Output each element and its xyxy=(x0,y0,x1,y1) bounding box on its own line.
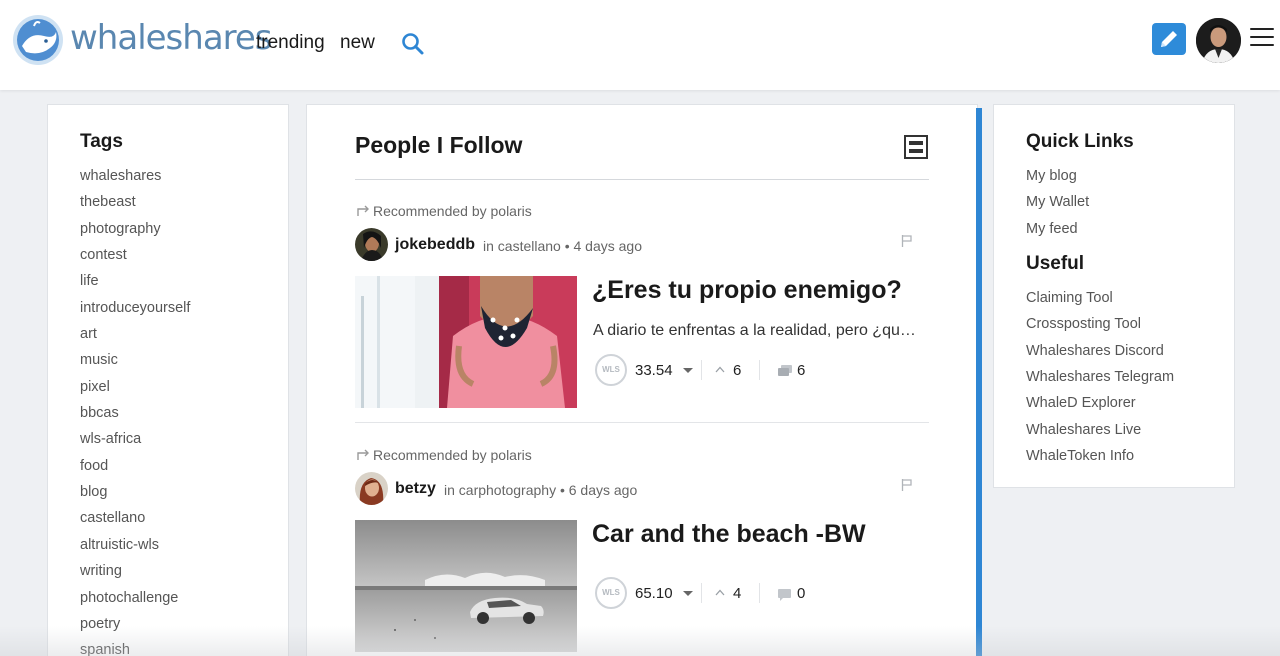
author-name[interactable]: betzy xyxy=(395,480,436,498)
recommended-text: Recommended by polaris xyxy=(373,203,532,219)
tag-item[interactable]: writing xyxy=(80,562,190,588)
comment-count[interactable]: 6 xyxy=(797,362,805,379)
tag-item[interactable]: photochallenge xyxy=(80,589,190,615)
whale-logo-icon[interactable] xyxy=(12,14,64,66)
post-meta: in castellano • 4 days ago xyxy=(483,238,642,254)
useful-links-list: Claiming Tool Crossposting Tool Whalesha… xyxy=(1026,289,1174,473)
brand-name[interactable]: whaleshares xyxy=(70,18,273,58)
nav-trending[interactable]: trending xyxy=(256,32,325,54)
post-time: • 4 days ago xyxy=(564,238,643,254)
post-thumbnail[interactable] xyxy=(355,520,577,652)
feed-accent-bar xyxy=(976,108,982,656)
search-icon[interactable] xyxy=(400,31,426,57)
comment-icon[interactable] xyxy=(777,587,793,601)
useful-link-item[interactable]: Whaleshares Telegram xyxy=(1026,368,1174,394)
tag-item[interactable]: whaleshares xyxy=(80,167,190,193)
tag-item[interactable]: food xyxy=(80,457,190,483)
useful-title: Useful xyxy=(1026,253,1085,274)
author-avatar[interactable] xyxy=(355,472,388,505)
quick-links-title: Quick Links xyxy=(1026,131,1134,152)
tag-item[interactable]: contest xyxy=(80,246,190,272)
tag-item[interactable]: wls-africa xyxy=(80,430,190,456)
recommended-line: Recommended by polaris xyxy=(357,203,532,219)
divider xyxy=(701,360,702,380)
quick-link-item[interactable]: My blog xyxy=(1026,167,1089,193)
tags-sidebar: Tags whaleshares thebeast photography co… xyxy=(47,104,289,656)
tag-item[interactable]: pixel xyxy=(80,378,190,404)
divider xyxy=(355,179,929,180)
tag-item[interactable]: blog xyxy=(80,483,190,509)
payout-value: 65.10 xyxy=(635,585,673,602)
tag-item[interactable]: poetry xyxy=(80,615,190,641)
comment-count[interactable]: 0 xyxy=(797,585,805,602)
author-name[interactable]: jokebeddb xyxy=(395,236,475,254)
recommended-text: Recommended by polaris xyxy=(373,447,532,463)
post-time: • 6 days ago xyxy=(559,482,638,498)
write-post-button[interactable] xyxy=(1152,23,1186,55)
hamburger-menu-icon[interactable] xyxy=(1250,28,1274,50)
payout-dropdown-caret-icon[interactable] xyxy=(683,368,693,373)
comment-icon[interactable] xyxy=(777,364,793,378)
post-meta: in carphotography • 6 days ago xyxy=(444,482,637,498)
post-title[interactable]: ¿Eres tu propio enemigo? xyxy=(592,276,902,305)
wls-token-icon[interactable]: WLS xyxy=(595,577,627,609)
share-arrow-icon xyxy=(357,205,369,216)
post-excerpt[interactable]: A diario te enfrentas a la realidad, per… xyxy=(593,322,923,340)
useful-link-item[interactable]: Whaleshares Discord xyxy=(1026,342,1174,368)
post-thumbnail[interactable] xyxy=(355,276,577,408)
community-link[interactable]: in carphotography xyxy=(444,482,556,498)
nav-new[interactable]: new xyxy=(340,32,375,54)
feed-title: People I Follow xyxy=(355,132,523,158)
useful-link-item[interactable]: WhaleToken Info xyxy=(1026,447,1174,473)
divider xyxy=(759,583,760,603)
vote-count[interactable]: 4 xyxy=(733,585,741,602)
tag-item[interactable]: music xyxy=(80,351,190,377)
wls-token-icon[interactable]: WLS xyxy=(595,354,627,386)
quick-link-item[interactable]: My Wallet xyxy=(1026,193,1089,219)
flag-icon[interactable] xyxy=(901,478,913,492)
post-stats: WLS 65.10 4 0 xyxy=(595,577,925,611)
tag-item[interactable]: life xyxy=(80,272,190,298)
tag-item[interactable]: bbcas xyxy=(80,404,190,430)
recommended-line: Recommended by polaris xyxy=(357,447,532,463)
tag-item[interactable]: altruistic-wls xyxy=(80,536,190,562)
post-divider xyxy=(355,422,929,423)
upvote-icon[interactable] xyxy=(715,366,725,373)
tag-item[interactable]: photography xyxy=(80,220,190,246)
useful-link-item[interactable]: Claiming Tool xyxy=(1026,289,1174,315)
community-link[interactable]: in castellano xyxy=(483,238,561,254)
feed-panel: People I Follow Recommended by polaris j… xyxy=(306,104,978,656)
upvote-icon[interactable] xyxy=(715,589,725,596)
tag-item[interactable]: spanish xyxy=(80,641,190,656)
tag-item[interactable]: introduceyourself xyxy=(80,299,190,325)
top-navigation-bar: whaleshares trending new xyxy=(0,0,1280,90)
pencil-icon xyxy=(1161,31,1177,47)
feed-post: Recommended by polaris jokebeddb in cast… xyxy=(355,198,929,442)
quick-links-sidebar: Quick Links My blog My Wallet My feed Us… xyxy=(993,104,1235,488)
tag-list: whaleshares thebeast photography contest… xyxy=(80,167,190,656)
post-title[interactable]: Car and the beach -BW xyxy=(592,520,866,549)
payout-dropdown-caret-icon[interactable] xyxy=(683,591,693,596)
useful-link-item[interactable]: WhaleD Explorer xyxy=(1026,394,1174,420)
tag-item[interactable]: thebeast xyxy=(80,193,190,219)
user-avatar[interactable] xyxy=(1196,18,1241,63)
tag-item[interactable]: art xyxy=(80,325,190,351)
flag-icon[interactable] xyxy=(901,234,913,248)
divider xyxy=(759,360,760,380)
tag-item[interactable]: castellano xyxy=(80,509,190,535)
quick-links-list: My blog My Wallet My feed xyxy=(1026,167,1089,246)
divider xyxy=(701,583,702,603)
quick-link-item[interactable]: My feed xyxy=(1026,220,1089,246)
payout-value: 33.54 xyxy=(635,362,673,379)
share-arrow-icon xyxy=(357,449,369,460)
feed-post: Recommended by polaris betzy in carphoto… xyxy=(355,442,929,656)
vote-count[interactable]: 6 xyxy=(733,362,741,379)
useful-link-item[interactable]: Whaleshares Live xyxy=(1026,421,1174,447)
tags-title: Tags xyxy=(80,131,123,152)
author-avatar[interactable] xyxy=(355,228,388,261)
post-stats: WLS 33.54 6 6 xyxy=(595,354,925,388)
layout-toggle-icon[interactable] xyxy=(904,135,928,159)
useful-link-item[interactable]: Crossposting Tool xyxy=(1026,315,1174,341)
